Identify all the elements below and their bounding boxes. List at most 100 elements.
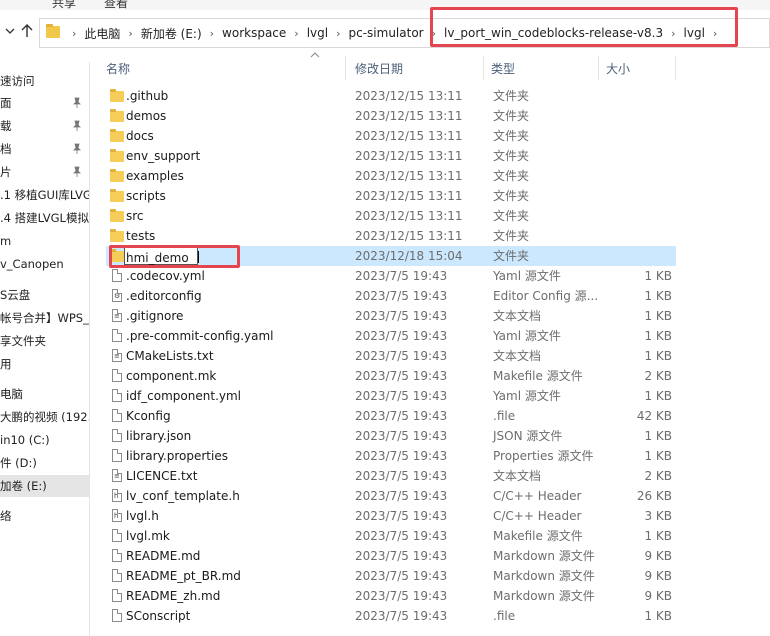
file-date: 2023/7/5 19:43 <box>355 489 448 503</box>
file-date: 2023/7/5 19:43 <box>355 549 448 563</box>
chevron-right-icon[interactable]: › <box>72 27 76 40</box>
file-row[interactable]: src 2023/12/15 13:11 文件夹 <box>106 206 676 226</box>
sidebar-item-label: 电脑 <box>0 387 23 401</box>
file-row[interactable]: env_support 2023/12/15 13:11 文件夹 <box>106 146 676 166</box>
arrow-up-icon[interactable] <box>20 23 34 39</box>
chevron-down-icon[interactable] <box>4 25 16 37</box>
file-name: README_pt_BR.md <box>126 569 241 583</box>
sidebar-item-desktop[interactable]: 面 <box>0 92 89 114</box>
file-row[interactable]: tests 2023/12/15 13:11 文件夹 <box>106 226 676 246</box>
sidebar-item-network-video[interactable]: 大鹏的视频 (192. <box>0 406 89 428</box>
file-name: src <box>126 209 144 223</box>
pin-icon <box>73 120 81 131</box>
file-size: 42 KB <box>636 409 672 423</box>
file-type: .file <box>493 409 516 423</box>
file-row[interactable]: h lv_conf_template.h 2023/7/5 19:43 C/C++ H… <box>106 486 676 506</box>
file-type: 文件夹 <box>493 169 530 183</box>
file-row[interactable]: demos 2023/12/15 13:11 文件夹 <box>106 106 676 126</box>
file-row[interactable]: ≡ CMakeLists.txt 2023/7/5 19:43 文本文档 1 KB <box>106 346 676 366</box>
column-name[interactable]: 名称 <box>106 60 130 77</box>
sidebar-item-wps-cloud[interactable]: S云盘 <box>0 284 89 306</box>
sidebar-item-label: 片 <box>0 165 12 179</box>
folder-icon <box>110 109 124 123</box>
column-divider[interactable] <box>483 56 484 80</box>
tab-share[interactable]: 共享 <box>52 0 76 10</box>
file-row[interactable]: ≡ .gitignore 2023/7/5 19:43 文本文档 1 KB <box>106 306 676 326</box>
tab-view[interactable]: 查看 <box>104 0 128 10</box>
file-size: 1 KB <box>644 529 672 543</box>
file-name: idf_component.yml <box>126 389 242 403</box>
file-icon <box>110 569 124 583</box>
file-row[interactable]: README_pt_BR.md 2023/7/5 19:43 Markdown 源文… <box>106 566 676 586</box>
file-row[interactable]: ⚙ .editorconfig 2023/7/5 19:43 Editor Confi… <box>106 286 676 306</box>
file-name: .gitignore <box>126 309 184 323</box>
file-name: .pre-commit-config.yaml <box>126 329 274 343</box>
chevron-right-icon[interactable]: › <box>294 27 298 40</box>
chevron-right-icon[interactable]: › <box>210 27 214 40</box>
file-name: demos <box>126 109 167 123</box>
column-divider[interactable] <box>675 56 676 80</box>
file-date: 2023/7/5 19:43 <box>355 289 448 303</box>
chevron-right-icon[interactable]: › <box>336 27 340 40</box>
sidebar-item-this-pc[interactable]: 电脑 <box>0 383 89 405</box>
file-row[interactable]: .github 2023/12/15 13:11 文件夹 <box>106 86 676 106</box>
file-row[interactable]: .pre-commit-config.yaml 2023/7/5 19:43 Yam… <box>106 326 676 346</box>
file-row[interactable]: SConscript 2023/7/5 19:43 .file 1 KB <box>106 606 676 626</box>
file-row[interactable]: ≡ LICENCE.txt 2023/7/5 19:43 文本文档 2 KB <box>106 466 676 486</box>
breadcrumb-drive-e[interactable]: 新加卷 (E:) <box>141 25 202 42</box>
file-size: 2 KB <box>644 469 672 483</box>
file-type: Yaml 源文件 <box>493 269 561 283</box>
pin-icon <box>73 143 81 154</box>
file-row[interactable]: .codecov.yml 2023/7/5 19:43 Yaml 源文件 1 KB <box>106 266 676 286</box>
header-file-icon: h <box>110 509 124 523</box>
file-name: .editorconfig <box>126 289 202 303</box>
folder-icon <box>110 129 124 143</box>
sidebar-item-downloads[interactable]: 载 <box>0 115 89 137</box>
file-type: Yaml 源文件 <box>493 329 561 343</box>
sidebar-item-documents[interactable]: 档 <box>0 138 89 160</box>
file-type: Editor Config 源... <box>493 289 599 303</box>
sidebar-item-lvgl-sim[interactable]: .4 搭建LVGL模拟 <box>0 207 89 229</box>
file-name: lv_conf_template.h <box>126 489 240 503</box>
file-row[interactable]: README_zh.md 2023/7/5 19:43 Markdown 源文件 9 … <box>106 586 676 606</box>
file-date: 2023/12/15 13:11 <box>355 109 463 123</box>
file-row[interactable]: docs 2023/12/15 13:11 文件夹 <box>106 126 676 146</box>
file-name: tests <box>126 229 156 243</box>
sidebar-item-network[interactable]: 络 <box>0 505 89 527</box>
sidebar-item-wps-merge[interactable]: 帐号合并】WPS_ <box>0 307 89 329</box>
file-type: 文本文档 <box>493 349 542 363</box>
column-type[interactable]: 类型 <box>491 60 515 77</box>
sort-caret-icon <box>310 52 320 58</box>
column-divider[interactable] <box>345 56 346 80</box>
chevron-right-icon[interactable]: › <box>128 27 132 40</box>
sidebar-item-quick-access[interactable]: 速访问 <box>0 70 89 92</box>
sidebar-item-apps[interactable]: 用 <box>0 353 89 375</box>
file-row[interactable]: library.properties 2023/7/5 19:43 Properti… <box>106 446 676 466</box>
column-header: 名称 修改日期 类型 大小 <box>90 52 770 82</box>
breadcrumb-this-pc[interactable]: 此电脑 <box>84 25 120 42</box>
sidebar-item-lvgl-port[interactable]: .1 移植GUI库LVG <box>0 184 89 206</box>
breadcrumb-pc-simulator[interactable]: pc-simulator <box>349 26 424 40</box>
sidebar-item-drive-c[interactable]: in10 (C:) <box>0 429 89 451</box>
breadcrumb-lvgl-root[interactable]: lvgl <box>307 26 328 40</box>
sidebar-item-canopen[interactable]: v_Canopen <box>0 253 89 275</box>
file-row[interactable]: component.mk 2023/7/5 19:43 Makefile 源文件 2 … <box>106 366 676 386</box>
file-row[interactable]: idf_component.yml 2023/7/5 19:43 Yaml 源文件 1… <box>106 386 676 406</box>
file-row[interactable]: h lvgl.h 2023/7/5 19:43 C/C++ Header 3 KB <box>106 506 676 526</box>
file-icon <box>110 549 124 563</box>
column-divider[interactable] <box>598 56 599 80</box>
sidebar-item-m[interactable]: m <box>0 230 89 252</box>
file-row[interactable]: lvgl.mk 2023/7/5 19:43 Makefile 源文件 1 KB <box>106 526 676 546</box>
sidebar-item-drive-d[interactable]: 件 (D:) <box>0 452 89 474</box>
file-row[interactable]: scripts 2023/12/15 13:11 文件夹 <box>106 186 676 206</box>
file-row[interactable]: library.json 2023/7/5 19:43 JSON 源文件 1 KB <box>106 426 676 446</box>
file-row[interactable]: examples 2023/12/15 13:11 文件夹 <box>106 166 676 186</box>
file-row[interactable]: README.md 2023/7/5 19:43 Markdown 源文件 9 KB <box>106 546 676 566</box>
sidebar-item-shared-folder[interactable]: 享文件夹 <box>0 330 89 352</box>
breadcrumb-workspace[interactable]: workspace <box>222 26 286 40</box>
column-size[interactable]: 大小 <box>606 60 630 77</box>
sidebar-item-pictures[interactable]: 片 <box>0 161 89 183</box>
column-date[interactable]: 修改日期 <box>355 60 403 77</box>
sidebar-item-drive-e[interactable]: 加卷 (E:) <box>0 475 89 497</box>
file-row[interactable]: Kconfig 2023/7/5 19:43 .file 42 KB <box>106 406 676 426</box>
